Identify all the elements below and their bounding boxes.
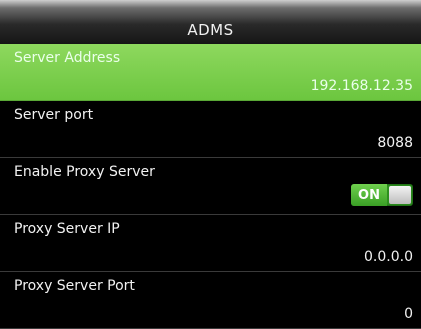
setting-proxy-ip[interactable]: Proxy Server IP 0.0.0.0	[0, 215, 421, 272]
setting-value: 8088	[377, 135, 413, 151]
setting-server-address[interactable]: Server Address 192.168.12.35	[0, 44, 421, 101]
setting-label: Proxy Server IP	[14, 221, 120, 237]
adms-screen: ADMS Server Address 192.168.12.35 Server…	[0, 0, 421, 329]
setting-value: 192.168.12.35	[310, 78, 413, 94]
setting-label: Proxy Server Port	[14, 278, 135, 294]
setting-value: 0.0.0.0	[364, 249, 413, 265]
toggle-on-label: ON	[351, 184, 387, 206]
proxy-toggle[interactable]: ON	[351, 184, 413, 206]
setting-proxy-port[interactable]: Proxy Server Port 0	[0, 272, 421, 329]
setting-enable-proxy[interactable]: Enable Proxy Server ON	[0, 158, 421, 215]
setting-server-port[interactable]: Server port 8088	[0, 101, 421, 158]
setting-label: Enable Proxy Server	[14, 164, 155, 180]
setting-label: Server port	[14, 107, 94, 123]
title-bar: ADMS	[0, 0, 421, 44]
settings-list: Server Address 192.168.12.35 Server port…	[0, 44, 421, 329]
page-title: ADMS	[187, 21, 234, 39]
setting-label: Server Address	[14, 50, 121, 66]
toggle-knob-icon	[389, 186, 411, 204]
